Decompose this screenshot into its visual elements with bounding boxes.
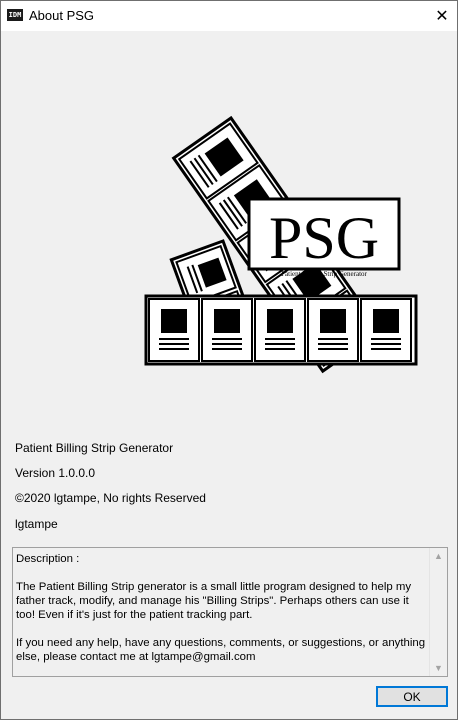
horizontal-film-strip: [144, 294, 418, 366]
ok-button[interactable]: OK: [376, 686, 448, 707]
copyright-label: ©2020 lgtampe, No rights Reserved: [15, 491, 206, 505]
film-frame-image: [267, 309, 293, 333]
film-frame-line: [371, 343, 401, 345]
film-frame-line: [265, 343, 295, 345]
film-frame-line: [318, 338, 348, 340]
film-frame-image: [373, 309, 399, 333]
film-frame-line: [159, 338, 189, 340]
film-frame-line: [371, 348, 401, 350]
film-frame-line: [159, 343, 189, 345]
film-frame-line: [212, 343, 242, 345]
psg-subtitle-text: Patient Billing Strip Generator: [281, 270, 367, 278]
film-frame-line: [212, 348, 242, 350]
description-textbox[interactable]: Description : The Patient Billing Strip …: [12, 547, 448, 677]
psg-title-text: PSG: [269, 205, 379, 271]
close-button[interactable]: ✕: [427, 1, 457, 31]
film-frame-line: [318, 348, 348, 350]
film-frame-image: [320, 309, 346, 333]
product-name: Patient Billing Strip Generator: [15, 441, 174, 455]
vertical-scrollbar[interactable]: ▲ ▼: [429, 548, 447, 676]
film-frame-line: [212, 338, 242, 340]
title-bar[interactable]: IDM About PSG ✕: [1, 1, 457, 31]
about-dialog: IDM About PSG ✕ PSG Patient Billing Stri…: [0, 0, 458, 720]
film-frame-line: [265, 338, 295, 340]
film-frame-line: [265, 348, 295, 350]
psg-logo: PSG Patient Billing Strip Generator: [144, 115, 418, 374]
film-frame-image: [214, 309, 240, 333]
scroll-down-arrow-icon[interactable]: ▼: [434, 663, 443, 673]
film-frame-line: [318, 343, 348, 345]
film-frame-line: [159, 348, 189, 350]
scroll-up-arrow-icon[interactable]: ▲: [434, 551, 443, 561]
description-text: Description : The Patient Billing Strip …: [16, 553, 426, 663]
film-frame-line: [371, 338, 401, 340]
version-label: Version 1.0.0.0: [15, 466, 96, 480]
window-title: About PSG: [29, 8, 95, 23]
company-label: lgtampe: [15, 517, 58, 531]
film-frame-image: [161, 309, 187, 333]
app-icon: IDM: [7, 9, 23, 21]
